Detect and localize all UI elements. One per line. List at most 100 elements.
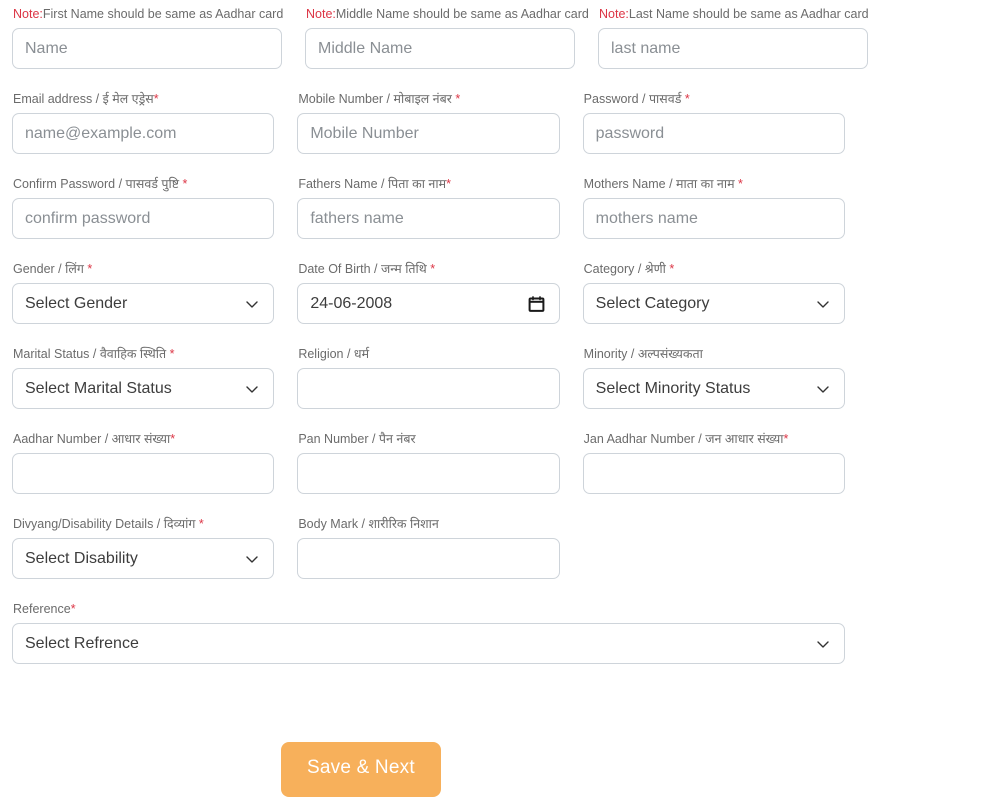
email-required-star: * xyxy=(154,92,159,106)
religion-label-text: Religion / धर्म xyxy=(298,347,369,361)
pan-number-label-text: Pan Number / पैन नंबर xyxy=(298,432,415,446)
fathers-name-label-text: Fathers Name / पिता का नाम xyxy=(298,177,446,191)
body-mark-input[interactable] xyxy=(297,538,559,579)
mothers-name-input[interactable]: mothers name xyxy=(583,198,845,239)
marital-status-select[interactable]: Select Marital Status xyxy=(12,368,274,409)
last-name-note-tag: Note: xyxy=(599,7,629,21)
category-required-star: * xyxy=(669,262,674,276)
field-minority: Minority / अल्पसंख्यकता Select Minority … xyxy=(583,346,868,431)
jan-aadhar-number-input[interactable] xyxy=(583,453,845,494)
save-and-next-button[interactable]: Save & Next xyxy=(281,742,441,797)
pan-number-input[interactable] xyxy=(297,453,559,494)
middle-name-label: Note:Middle Name should be same as Aadha… xyxy=(306,6,575,22)
chevron-down-icon xyxy=(816,297,830,311)
field-fathers-name: Fathers Name / पिता का नाम* fathers name xyxy=(297,176,582,261)
first-name-note-tag: Note: xyxy=(13,7,43,21)
last-name-label: Note:Last Name should be same as Aadhar … xyxy=(599,6,868,22)
field-aadhar-number: Aadhar Number / आधार संख्या* xyxy=(12,431,297,516)
minority-select[interactable]: Select Minority Status xyxy=(583,368,845,409)
form-grid: Note:First Name should be same as Aadhar… xyxy=(0,0,982,686)
calendar-icon[interactable] xyxy=(528,295,545,312)
email-label: Email address / ई मेल एड्रेस* xyxy=(13,91,274,107)
fathers-name-placeholder: fathers name xyxy=(310,209,403,229)
chevron-down-icon xyxy=(245,297,259,311)
mothers-name-label: Mothers Name / माता का नाम * xyxy=(584,176,845,192)
aadhar-number-required-star: * xyxy=(170,432,175,446)
reference-selected-value: Select Refrence xyxy=(25,634,139,654)
form-row-disability-bodymark: Divyang/Disability Details / दिव्यांग * … xyxy=(12,516,868,601)
form-row-marital-religion-minority: Marital Status / वैवाहिक स्थिति * Select… xyxy=(12,346,868,431)
password-label-text: Password / पासवर्ड xyxy=(584,92,685,106)
marital-status-required-star: * xyxy=(170,347,175,361)
gender-select[interactable]: Select Gender xyxy=(12,283,274,324)
religion-input[interactable] xyxy=(297,368,559,409)
category-select[interactable]: Select Category xyxy=(583,283,845,324)
reference-label-text: Reference xyxy=(13,602,71,616)
last-name-label-text: Last Name should be same as Aadhar card xyxy=(629,7,869,21)
mothers-name-required-star: * xyxy=(738,177,743,191)
category-label-text: Category / श्रेणी xyxy=(584,262,670,276)
mothers-name-placeholder: mothers name xyxy=(596,209,698,229)
middle-name-input[interactable]: Middle Name xyxy=(305,28,575,69)
last-name-input[interactable]: last name xyxy=(598,28,868,69)
password-input[interactable]: password xyxy=(583,113,845,154)
reference-label: Reference* xyxy=(13,601,845,617)
category-label: Category / श्रेणी * xyxy=(584,261,845,277)
first-name-input[interactable]: Name xyxy=(12,28,282,69)
form-footer: Save & Next xyxy=(0,742,982,797)
mobile-number-label: Mobile Number / मोबाइल नंबर * xyxy=(298,91,559,107)
form-row-contact: Email address / ई मेल एड्रेस* name@examp… xyxy=(12,91,868,176)
mobile-number-required-star: * xyxy=(455,92,460,106)
gender-label: Gender / लिंग * xyxy=(13,261,274,277)
middle-name-label-text: Middle Name should be same as Aadhar car… xyxy=(336,7,589,21)
mobile-number-placeholder: Mobile Number xyxy=(310,124,418,144)
disability-details-label-text: Divyang/Disability Details / दिव्यांग xyxy=(13,517,199,531)
field-password: Password / पासवर्ड * password xyxy=(583,91,868,176)
email-input[interactable]: name@example.com xyxy=(12,113,274,154)
mobile-number-label-text: Mobile Number / मोबाइल नंबर xyxy=(298,92,455,106)
field-email: Email address / ई मेल एड्रेस* name@examp… xyxy=(12,91,297,176)
mobile-number-input[interactable]: Mobile Number xyxy=(297,113,559,154)
confirm-password-required-star: * xyxy=(183,177,188,191)
disability-details-selected-value: Select Disability xyxy=(25,549,138,569)
aadhar-number-input[interactable] xyxy=(12,453,274,494)
last-name-placeholder: last name xyxy=(611,39,680,59)
field-jan-aadhar-number: Jan Aadhar Number / जन आधार संख्या* xyxy=(583,431,868,516)
form-row-parents: Confirm Password / पासवर्ड पुष्टि * conf… xyxy=(12,176,868,261)
field-marital-status: Marital Status / वैवाहिक स्थिति * Select… xyxy=(12,346,297,431)
minority-label-text: Minority / अल्पसंख्यकता xyxy=(584,347,703,361)
confirm-password-input[interactable]: confirm password xyxy=(12,198,274,239)
fathers-name-input[interactable]: fathers name xyxy=(297,198,559,239)
reference-required-star: * xyxy=(71,602,76,616)
fathers-name-required-star: * xyxy=(446,177,451,191)
pan-number-label: Pan Number / पैन नंबर xyxy=(298,431,559,447)
field-mothers-name: Mothers Name / माता का नाम * mothers nam… xyxy=(583,176,868,261)
email-label-text: Email address / ई मेल एड्रेस xyxy=(13,92,154,106)
gender-required-star: * xyxy=(87,262,92,276)
date-of-birth-required-star: * xyxy=(430,262,435,276)
reference-select[interactable]: Select Refrence xyxy=(12,623,845,664)
date-of-birth-input[interactable]: 24-06-2008 xyxy=(297,283,559,324)
category-selected-value: Select Category xyxy=(596,294,710,314)
aadhar-number-label-text: Aadhar Number / आधार संख्या xyxy=(13,432,170,446)
form-row-id-numbers: Aadhar Number / आधार संख्या* Pan Number … xyxy=(12,431,868,516)
marital-status-label-text: Marital Status / वैवाहिक स्थिति xyxy=(13,347,170,361)
field-category: Category / श्रेणी * Select Category xyxy=(583,261,868,346)
confirm-password-label-text: Confirm Password / पासवर्ड पुष्टि xyxy=(13,177,183,191)
gender-label-text: Gender / लिंग xyxy=(13,262,87,276)
chevron-down-icon xyxy=(245,552,259,566)
email-placeholder: name@example.com xyxy=(25,124,176,144)
disability-details-select[interactable]: Select Disability xyxy=(12,538,274,579)
chevron-down-icon xyxy=(245,382,259,396)
password-label: Password / पासवर्ड * xyxy=(584,91,845,107)
minority-label: Minority / अल्पसंख्यकता xyxy=(584,346,845,362)
fathers-name-label: Fathers Name / पिता का नाम* xyxy=(298,176,559,192)
jan-aadhar-number-label: Jan Aadhar Number / जन आधार संख्या* xyxy=(584,431,845,447)
jan-aadhar-number-label-text: Jan Aadhar Number / जन आधार संख्या xyxy=(584,432,784,446)
field-confirm-password: Confirm Password / पासवर्ड पुष्टि * conf… xyxy=(12,176,297,261)
date-of-birth-value: 24-06-2008 xyxy=(310,294,392,314)
confirm-password-placeholder: confirm password xyxy=(25,209,150,229)
first-name-placeholder: Name xyxy=(25,39,68,59)
chevron-down-icon xyxy=(816,382,830,396)
password-placeholder: password xyxy=(596,124,664,144)
